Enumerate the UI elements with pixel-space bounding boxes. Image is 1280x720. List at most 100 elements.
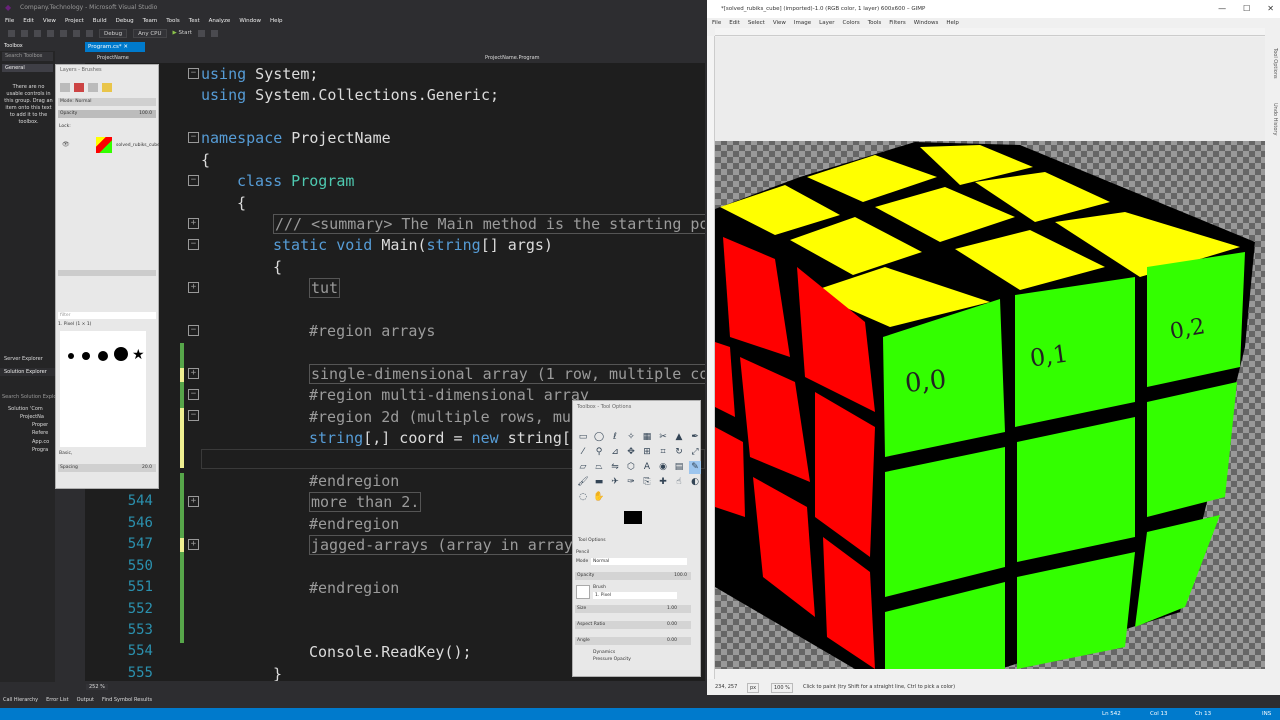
dynamics-select[interactable]: Pressure Opacity — [593, 657, 631, 662]
fuzzy-select-tool-icon[interactable]: ✧ — [625, 431, 637, 444]
collapse-icon[interactable]: − — [188, 239, 199, 250]
minimize-icon[interactable]: — — [1218, 0, 1226, 18]
menu-build[interactable]: Build — [93, 18, 107, 24]
channels-tab-icon[interactable] — [74, 83, 84, 92]
gimp-menu-file[interactable]: File — [712, 20, 721, 26]
gimp-menu-tools[interactable]: Tools — [868, 20, 882, 26]
expand-icon[interactable]: + — [188, 282, 199, 293]
toolbox-group-general[interactable]: General — [2, 64, 53, 72]
collapse-icon[interactable]: − — [188, 410, 199, 421]
bucket-fill-tool-icon[interactable]: ◉ — [657, 461, 669, 474]
color-select-tool-icon[interactable]: ▦ — [641, 431, 653, 444]
brush-swatch[interactable] — [98, 351, 108, 361]
spacing-slider[interactable]: Spacing 20.0 — [58, 464, 156, 472]
zoom-tool-icon[interactable]: ⚲ — [593, 446, 605, 459]
horizontal-ruler[interactable] — [715, 28, 1265, 36]
brush-filter-input[interactable]: filter — [58, 312, 156, 319]
expand-icon[interactable]: + — [188, 496, 199, 507]
measure-tool-icon[interactable]: ⊿ — [609, 446, 621, 459]
collapsed-region[interactable]: single-dimensional array (1 row, multipl… — [309, 364, 705, 384]
comment-icon[interactable] — [210, 29, 218, 37]
solution-tree-item[interactable]: Solution 'Com — [8, 405, 43, 413]
clone-tool-icon[interactable]: ⎘ — [641, 476, 653, 489]
maximize-icon[interactable]: ☐ — [1243, 0, 1250, 18]
solution-tree-item[interactable]: Proper — [32, 421, 48, 429]
pencil-tool-icon[interactable]: ✎ — [689, 461, 701, 474]
unit-select[interactable]: px — [747, 683, 760, 693]
blur-tool-icon[interactable]: ◌ — [577, 491, 589, 504]
undo-icon[interactable] — [73, 29, 80, 37]
menu-file[interactable]: File — [5, 18, 14, 24]
toolbox-search-input[interactable]: Search Toolbox — [2, 52, 53, 61]
perspective-tool-icon[interactable]: ⏢ — [593, 461, 605, 474]
brushes-tab-icon[interactable] — [102, 83, 112, 92]
menu-tools[interactable]: Tools — [166, 18, 180, 24]
menu-test[interactable]: Test — [189, 18, 200, 24]
eraser-tool-icon[interactable]: ▬ — [593, 476, 605, 489]
visibility-eye-icon[interactable]: 👁 — [62, 141, 70, 148]
align-tool-icon[interactable]: ⊞ — [641, 446, 653, 459]
layer-thumbnail[interactable] — [96, 137, 112, 153]
dodge-burn-tool-icon[interactable]: ◐ — [689, 476, 701, 489]
menu-help[interactable]: Help — [270, 18, 283, 24]
save-icon[interactable] — [47, 29, 54, 37]
gimp-menu-image[interactable]: Image — [794, 20, 811, 26]
close-icon[interactable]: ✕ — [1267, 0, 1274, 18]
gimp-menu-view[interactable]: View — [773, 20, 786, 26]
expand-icon[interactable]: + — [188, 218, 199, 229]
solution-tree-item[interactable]: ProjectNa — [20, 413, 44, 421]
paths-tool-icon[interactable]: ✒ — [689, 431, 701, 444]
collapse-icon[interactable]: − — [188, 325, 199, 336]
collapsed-region[interactable]: jagged-arrays (array in array — [309, 535, 575, 555]
ellipse-select-tool-icon[interactable]: ◯ — [593, 431, 605, 444]
collapse-icon[interactable]: − — [188, 68, 199, 79]
move-tool-icon[interactable]: ✥ — [625, 446, 637, 459]
gimp-menu-filters[interactable]: Filters — [889, 20, 906, 26]
solution-tree-item[interactable]: App.co — [32, 438, 49, 446]
shear-tool-icon[interactable]: ▱ — [577, 461, 589, 474]
collapsed-region[interactable]: more than 2. — [309, 492, 422, 512]
airbrush-tool-icon[interactable]: ✈ — [609, 476, 621, 489]
image-canvas[interactable]: 0,0 0,1 0,2 — [715, 37, 1265, 669]
angle-slider[interactable]: Angle 0.00 — [575, 637, 691, 645]
expand-icon[interactable]: + — [188, 368, 199, 379]
menu-view[interactable]: View — [43, 18, 56, 24]
menu-project[interactable]: Project — [65, 18, 84, 24]
tab-find-symbol-results[interactable]: Find Symbol Results — [102, 697, 152, 703]
vertical-scrollbar[interactable]: Tool Options Undo History — [1266, 28, 1280, 678]
bookmark-icon[interactable] — [197, 29, 205, 37]
collapse-icon[interactable]: − — [188, 132, 199, 143]
collapsed-region[interactable]: tut — [309, 278, 341, 298]
gimp-menu-windows[interactable]: Windows — [914, 20, 939, 26]
zoom-select[interactable]: 100 % — [771, 683, 793, 693]
brush-swatch[interactable] — [82, 352, 90, 360]
menu-analyze[interactable]: Analyze — [209, 18, 231, 24]
tab-output[interactable]: Output — [77, 697, 94, 703]
gimp-menu-help[interactable]: Help — [946, 20, 959, 26]
brush-select[interactable]: 1. Pixel — [593, 592, 677, 599]
close-icon[interactable]: ✕ — [123, 44, 128, 50]
paths-tab-icon[interactable] — [88, 83, 98, 92]
brush-swatch[interactable] — [114, 347, 128, 361]
scale-tool-icon[interactable]: ⤢ — [689, 446, 701, 459]
gimp-menu-select[interactable]: Select — [748, 20, 765, 26]
tab-call-hierarchy[interactable]: Call Hierarchy — [3, 697, 38, 703]
forward-icon[interactable] — [21, 29, 28, 37]
collapse-icon[interactable]: − — [188, 175, 199, 186]
layers-tab-icon[interactable] — [60, 83, 70, 92]
menu-window[interactable]: Window — [239, 18, 261, 24]
nav-project-dropdown[interactable]: ProjectName — [97, 53, 129, 63]
rotate-tool-icon[interactable]: ↻ — [673, 446, 685, 459]
collapse-icon[interactable]: − — [188, 389, 199, 400]
vertical-ruler[interactable] — [707, 36, 715, 679]
crop-tool-icon[interactable]: ⌗ — [657, 446, 669, 459]
opacity-slider[interactable]: Opacity 100.0 — [575, 572, 691, 580]
brush-grid[interactable]: ★ — [60, 331, 146, 447]
gimp-menu-edit[interactable]: Edit — [729, 20, 740, 26]
solution-tree-item[interactable]: Progra — [32, 446, 48, 454]
new-file-icon[interactable] — [34, 29, 41, 37]
layer-mode-select[interactable]: Mode: Normal — [58, 98, 156, 106]
menu-team[interactable]: Team — [143, 18, 158, 24]
menu-edit[interactable]: Edit — [23, 18, 34, 24]
ink-tool-icon[interactable]: ✑ — [625, 476, 637, 489]
